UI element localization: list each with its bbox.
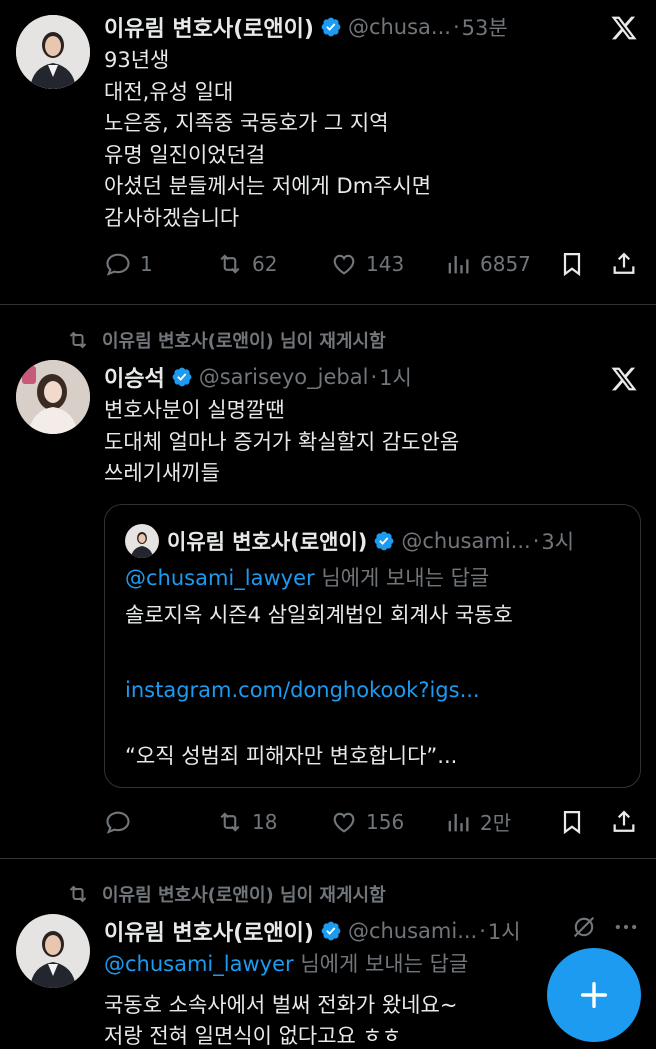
like-button[interactable]: 143 xyxy=(330,250,404,278)
tweet-header: 이유림 변호사(로앤이) @chusa... · 53분 xyxy=(104,9,640,45)
verified-badge-icon xyxy=(172,367,192,387)
views-button[interactable]: 6857 xyxy=(444,250,531,278)
retweet-count: 18 xyxy=(252,809,278,834)
author-name[interactable]: 이승석 xyxy=(104,361,165,393)
reply-count: 1 xyxy=(140,252,153,276)
avatar[interactable] xyxy=(16,360,90,434)
separator-dot: · xyxy=(452,15,460,39)
quote-timestamp: 3시 xyxy=(541,529,575,554)
avatar[interactable] xyxy=(16,914,90,988)
tweet-line: 93년생 xyxy=(104,48,170,72)
retweet-banner-text: 이유림 변호사(로앤이) 님이 재게시함 xyxy=(102,331,386,352)
like-button[interactable]: 156 xyxy=(330,808,404,836)
reply-button[interactable]: 1 xyxy=(104,250,153,278)
verified-badge-icon xyxy=(374,531,394,550)
tweet-header: 이유림 변호사(로앤이) @chusami... · 1시 xyxy=(104,913,640,949)
timestamp[interactable]: 53분 xyxy=(462,12,508,42)
timestamp[interactable]: 1시 xyxy=(488,916,521,946)
action-bar: 1 62 143 6857 xyxy=(104,244,640,284)
share-icon xyxy=(613,252,635,274)
tweet-line: 변호사분이 실명깔땐 xyxy=(104,398,285,422)
reply-context-text: 님에게 보내는 답글 xyxy=(314,565,490,590)
retweet-icon xyxy=(69,885,87,903)
compose-plus-icon xyxy=(580,981,608,1009)
retweet-banner[interactable]: 이유림 변호사(로앤이) 님이 재게시함 xyxy=(0,325,640,355)
author-handle[interactable]: @sariseyo_jebal xyxy=(199,365,369,389)
retweet-icon xyxy=(69,331,87,349)
grok-icon[interactable] xyxy=(570,913,598,941)
author-name[interactable]: 이유림 변호사(로앤이) xyxy=(104,915,314,947)
verified-badge-icon xyxy=(321,17,341,37)
reply-mention-link[interactable]: @chusami_lawyer xyxy=(104,952,294,976)
tweet-line: 아셨던 분들께서는 저에게 Dm주시면 xyxy=(104,174,432,198)
share-button[interactable] xyxy=(610,808,638,836)
quote-header: 이유림 변호사(로앤이) @chusami... · 3시 xyxy=(125,523,620,559)
tweet-line: 감사하겠습니다 xyxy=(104,205,240,230)
quote-author-name: 이유림 변호사(로앤이) xyxy=(167,529,368,554)
quote-url-link[interactable]: instagram.com/donghokook?igs... xyxy=(125,675,620,707)
tweet-2[interactable]: 이유림 변호사(로앤이) 님이 재게시함 이승석 @sariseyo_jebal… xyxy=(0,305,656,858)
retweet-icon xyxy=(220,811,240,832)
reply-icon xyxy=(106,253,130,276)
timeline-feed: 이유림 변호사(로앤이) @chusa... · 53분 93년생 대전,유성 … xyxy=(0,0,656,1049)
like-count: 156 xyxy=(366,809,405,834)
retweet-banner[interactable]: 이유림 변호사(로앤이) 님이 재게시함 xyxy=(0,879,640,909)
quoted-tweet[interactable]: 이유림 변호사(로앤이) @chusami... · 3시 @chusami_l… xyxy=(104,503,641,788)
separator-dot: · xyxy=(370,365,378,389)
bookmark-button[interactable] xyxy=(558,808,586,836)
tweet-1[interactable]: 이유림 변호사(로앤이) @chusa... · 53분 93년생 대전,유성 … xyxy=(0,0,656,304)
action-bar: 18 156 2만 xyxy=(104,802,640,842)
share-button[interactable] xyxy=(610,250,638,278)
separator-dot: · xyxy=(479,919,486,943)
bookmark-button[interactable] xyxy=(558,250,586,278)
share-icon xyxy=(613,810,635,832)
more-icon[interactable] xyxy=(612,913,640,941)
x-logo-icon[interactable] xyxy=(610,14,638,42)
quote-author-handle: @chusami... xyxy=(401,528,531,553)
tweet-line: 유명 일진이었던걸 xyxy=(104,142,266,167)
bookmark-icon xyxy=(563,252,581,277)
verified-badge-icon xyxy=(321,921,341,941)
views-icon xyxy=(448,813,469,831)
tweet-line: 쓰레기새끼들 xyxy=(104,461,220,485)
author-handle[interactable]: @chusa... xyxy=(348,15,451,39)
reply-icon xyxy=(106,811,130,834)
retweet-button[interactable]: 18 xyxy=(216,808,277,836)
author-name[interactable]: 이유림 변호사(로앤이) xyxy=(104,11,314,43)
retweet-icon xyxy=(220,254,240,274)
separator-dot: · xyxy=(532,528,540,553)
reply-context: @chusami_lawyer 님에게 보내는 답글 xyxy=(125,563,620,595)
tweet-line: 노은중, 지족중 국동호가 그 지역 xyxy=(104,111,389,135)
avatar[interactable] xyxy=(16,15,90,89)
retweet-button[interactable]: 62 xyxy=(216,250,277,278)
bookmark-icon xyxy=(563,810,581,834)
timestamp[interactable]: 1시 xyxy=(379,362,412,392)
tweet-text: 변호사분이 실명깔땐 도대체 얼마나 증거가 확실할지 감도안옴 쓰레기새끼들 xyxy=(104,395,640,490)
views-count: 6857 xyxy=(480,252,531,276)
quote-line: “오직 성범죄 피해자만 변호합니다”... xyxy=(125,744,458,768)
tweet-text: 93년생 대전,유성 일대 노은중, 지족중 국동호가 그 지역 유명 일진이었… xyxy=(104,45,640,234)
quote-text: @chusami_lawyer 님에게 보내는 답글 솔로지옥 시즌4 삼일회계… xyxy=(125,563,620,773)
x-logo-icon[interactable] xyxy=(610,365,638,393)
heart-icon xyxy=(333,812,355,833)
tweet-line: 도대체 얼마나 증거가 확실할지 감도안옴 xyxy=(104,429,460,454)
compose-button[interactable] xyxy=(547,948,641,1042)
heart-icon xyxy=(333,254,355,275)
tweet-line: 대전,유성 일대 xyxy=(104,79,234,104)
like-count: 143 xyxy=(366,252,405,276)
author-handle[interactable]: @chusami... xyxy=(348,919,477,943)
quote-avatar xyxy=(125,523,159,558)
retweet-count: 62 xyxy=(252,252,278,276)
views-count: 2만 xyxy=(480,811,512,835)
quote-line: 솔로지옥 시즌4 삼일회계법인 회계사 국동호 xyxy=(125,603,513,627)
views-button[interactable]: 2만 xyxy=(444,807,511,836)
reply-context-text: 님에게 보내는 답글 xyxy=(293,952,469,976)
reply-button[interactable] xyxy=(104,808,132,836)
retweet-banner-text: 이유림 변호사(로앤이) 님이 재게시함 xyxy=(102,885,386,906)
reply-mention-link[interactable]: @chusami_lawyer xyxy=(125,566,315,590)
views-icon xyxy=(448,255,469,274)
tweet-header: 이승석 @sariseyo_jebal · 1시 xyxy=(104,359,640,395)
